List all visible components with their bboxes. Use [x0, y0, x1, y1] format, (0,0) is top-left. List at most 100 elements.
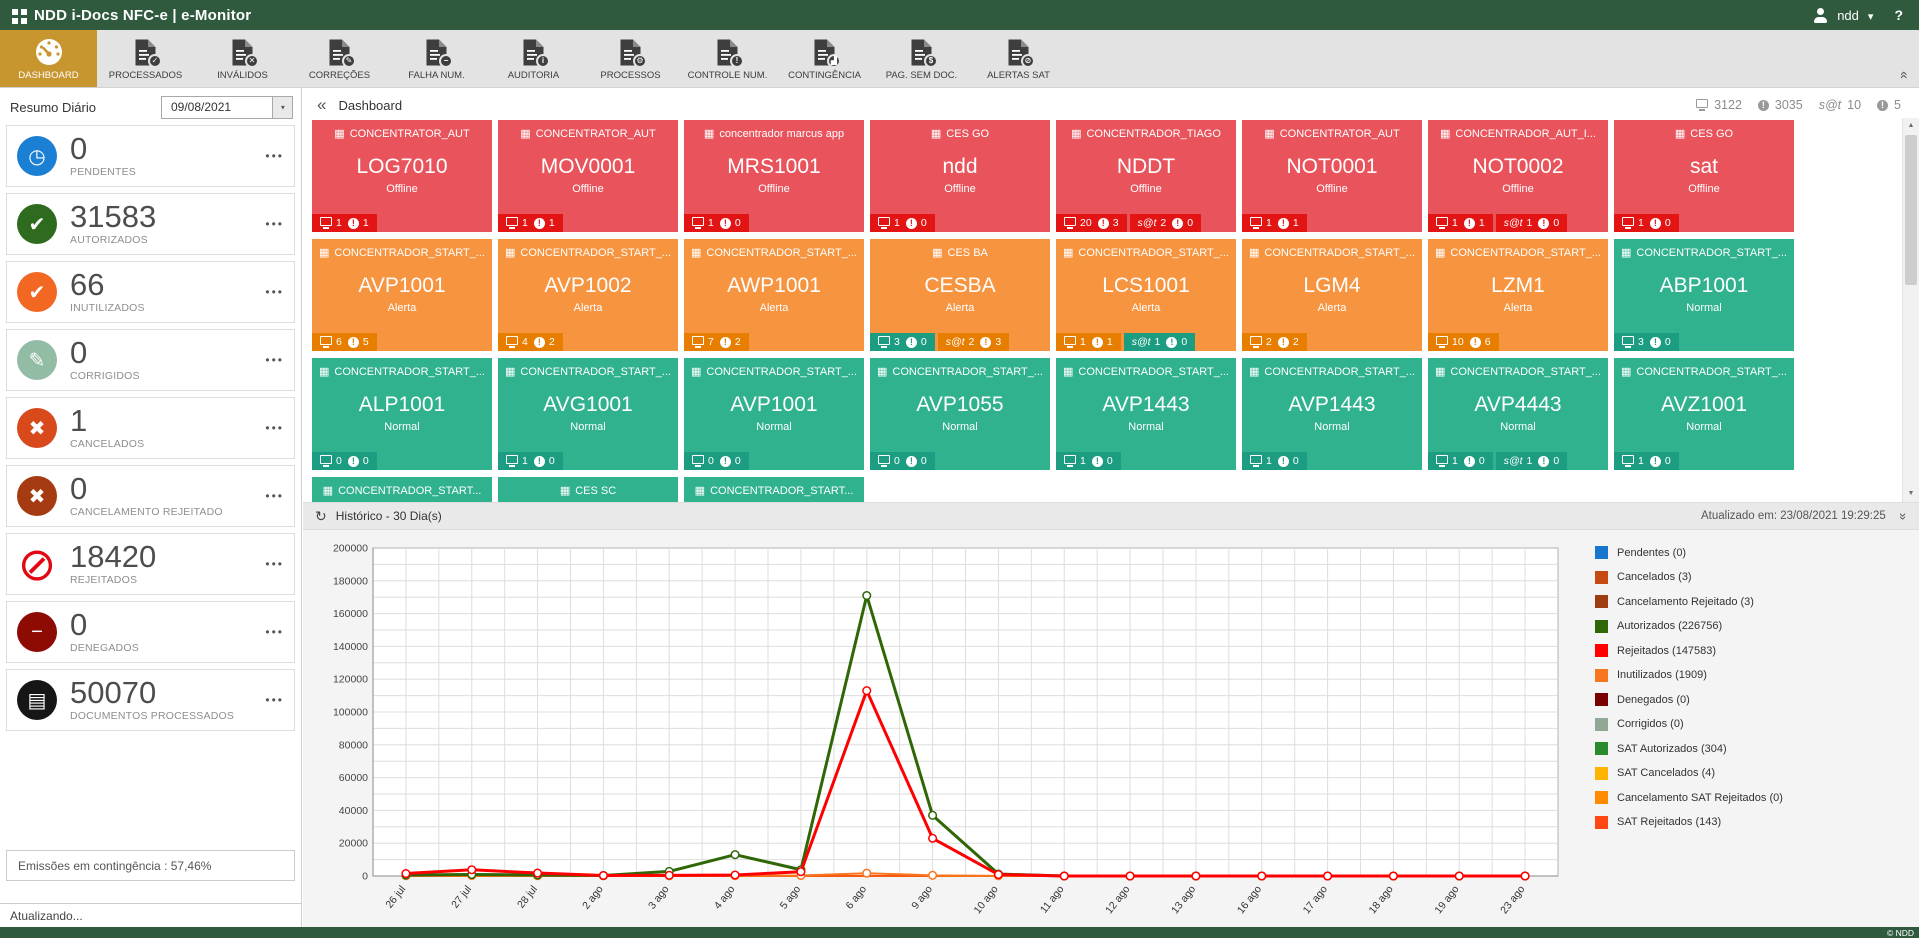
svg-text:16 ago: 16 ago: [1235, 883, 1264, 916]
legend-item[interactable]: Autorizados (226756): [1595, 620, 1783, 633]
toolbar-item[interactable]: ! CONTROLE NUM.: [679, 30, 776, 87]
toolbar-item[interactable]: $ PAG. SEM DOC.: [873, 30, 970, 87]
scroll-down-icon[interactable]: [1903, 486, 1919, 502]
card-menu-button[interactable]: [265, 149, 284, 163]
card-menu-button[interactable]: [265, 557, 284, 571]
concentrator-tile[interactable]: CES GO ndd Offline 1!0: [870, 120, 1050, 232]
tile-status: Normal: [312, 421, 492, 433]
badge-count: 1: [1293, 217, 1299, 229]
sidebar-title: Resumo Diário: [10, 100, 96, 115]
concentrator-tile[interactable]: CES GO sat Offline 1!0: [1614, 120, 1794, 232]
legend-label: Inutilizados (1909): [1617, 669, 1707, 681]
toolbar-item[interactable]: ✓ PROCESSADOS: [97, 30, 194, 87]
card-menu-button[interactable]: [265, 693, 284, 707]
svg-text:27 jul: 27 jul: [449, 883, 474, 910]
concentrator-tile[interactable]: CONCENTRADOR_START_... LGM4 Alerta 2!2: [1242, 239, 1422, 351]
concentrator-tile[interactable]: CONCENTRADOR_START_... AVP1002 Alerta 4!…: [498, 239, 678, 351]
user-name[interactable]: ndd: [1837, 8, 1859, 23]
badge-count: 1: [1266, 217, 1272, 229]
stat-text: 0 CORRIGIDOS: [70, 338, 140, 382]
concentrator-tile[interactable]: CONCENTRADOR_START_... LCS1001 Alerta 1!…: [1056, 239, 1236, 351]
concentrator-tile[interactable]: CONCENTRADOR_START_... AVP1055 Normal 0!…: [870, 358, 1050, 470]
card-menu-button[interactable]: [265, 285, 284, 299]
concentrator-tile[interactable]: CONCENTRADOR_START_... ABP1001 Normal 3!…: [1614, 239, 1794, 351]
badge-count: 0: [735, 455, 741, 467]
svg-text:40000: 40000: [339, 805, 368, 817]
concentrator-tile[interactable]: CONCENTRADOR_START...: [684, 477, 864, 502]
tiles-scrollbar[interactable]: [1902, 118, 1919, 502]
legend-item[interactable]: Cancelamento Rejeitado (3): [1595, 595, 1783, 608]
date-picker[interactable]: 09/08/2021: [161, 96, 293, 119]
date-value[interactable]: 09/08/2021: [162, 97, 272, 118]
legend-item[interactable]: SAT Rejeitados (143): [1595, 816, 1783, 829]
toolbar-item[interactable]: ✕ INVÁLIDOS: [194, 30, 291, 87]
card-menu-button[interactable]: [265, 489, 284, 503]
collapse-history-icon[interactable]: [1896, 512, 1911, 519]
chevron-down-icon[interactable]: [272, 97, 292, 118]
badge-count: 2: [549, 336, 555, 348]
toolbar-item[interactable]: ⊘ ALERTAS SAT: [970, 30, 1067, 87]
scroll-up-icon[interactable]: [1903, 118, 1919, 134]
concentrator-tile[interactable]: CONCENTRADOR_START_... AVZ1001 Normal 1!…: [1614, 358, 1794, 470]
toolbar-item[interactable]: i AUDITORIA: [485, 30, 582, 87]
concentrator-tile[interactable]: CONCENTRADOR_START_... AVP1443 Normal 1!…: [1056, 358, 1236, 470]
scrollbar-thumb[interactable]: [1905, 135, 1917, 285]
collapse-sidebar-icon[interactable]: [317, 98, 326, 112]
concentrator-tile[interactable]: CONCENTRADOR_START_... LZM1 Alerta 10!6: [1428, 239, 1608, 351]
toolbar-item[interactable]: − FALHA NUM.: [388, 30, 485, 87]
concentrator-tile[interactable]: CONCENTRADOR_AUT_I... NOT0002 Offline 1!…: [1428, 120, 1608, 232]
waffle-menu-icon[interactable]: [12, 9, 18, 15]
concentrator-tile[interactable]: CONCENTRADOR_START_... AVP1001 Normal 0!…: [684, 358, 864, 470]
badge-count: 0: [1107, 455, 1113, 467]
concentrator-tile[interactable]: CONCENTRATOR_AUT MOV0001 Offline 1!1: [498, 120, 678, 232]
alert-icon: !: [1650, 337, 1661, 348]
card-menu-button[interactable]: [265, 625, 284, 639]
concentrator-tile[interactable]: CONCENTRADOR_START_... AWP1001 Alerta 7!…: [684, 239, 864, 351]
legend-item[interactable]: Corrigidos (0): [1595, 718, 1783, 731]
app-header: NDD i-Docs NFC-e | e-Monitor ndd ?: [0, 0, 1919, 30]
tile-status: Alerta: [1428, 302, 1608, 314]
toolbar-item[interactable]: ▟ CONTINGÊNCIA: [776, 30, 873, 87]
concentrator-tile[interactable]: concentrador marcus app MRS1001 Offline …: [684, 120, 864, 232]
toolbar-item[interactable]: DASHBOARD: [0, 30, 97, 87]
refresh-icon[interactable]: [315, 508, 327, 525]
monitor-icon: [1436, 336, 1448, 345]
toolbar-item[interactable]: ⚙ PROCESSOS: [582, 30, 679, 87]
card-menu-button[interactable]: [265, 353, 284, 367]
card-menu-button[interactable]: [265, 217, 284, 231]
legend-item[interactable]: Cancelamento SAT Rejeitados (0): [1595, 791, 1783, 804]
concentrator-tile[interactable]: CONCENTRADOR_START_... AVP4443 Normal 1!…: [1428, 358, 1608, 470]
concentrator-tile[interactable]: CONCENTRADOR_START_... ALP1001 Normal 0!…: [312, 358, 492, 470]
concentrator-tile[interactable]: CONCENTRADOR_START_... AVG1001 Normal 1!…: [498, 358, 678, 470]
concentrator-tile[interactable]: CONCENTRADOR_START_... AVP1443 Normal 1!…: [1242, 358, 1422, 470]
legend-item[interactable]: Cancelados (3): [1595, 571, 1783, 584]
tile-group: CONCENTRADOR_START_...: [312, 239, 492, 259]
concentrator-tile[interactable]: CONCENTRADOR_START...: [312, 477, 492, 502]
legend-item[interactable]: Inutilizados (1909): [1595, 669, 1783, 682]
concentrator-tile[interactable]: CES BA CESBA Alerta 3!0s@t2!3: [870, 239, 1050, 351]
legend-item[interactable]: SAT Cancelados (4): [1595, 767, 1783, 780]
badge-count: 2: [969, 336, 975, 348]
tile-status: Normal: [1242, 421, 1422, 433]
concentrator-tile[interactable]: CONCENTRATOR_AUT LOG7010 Offline 1!1: [312, 120, 492, 232]
sat-icon: s@t: [1132, 336, 1151, 348]
collapse-toolbar-icon[interactable]: [1897, 71, 1913, 79]
stat-text: 0 CANCELAMENTO REJEITADO: [70, 474, 223, 518]
caret-down-icon[interactable]: [1868, 8, 1874, 23]
concentrator-tile[interactable]: CONCENTRATOR_AUT NOT0001 Offline 1!1: [1242, 120, 1422, 232]
card-menu-button[interactable]: [265, 421, 284, 435]
stat-value: 0: [70, 610, 139, 640]
legend-item[interactable]: Rejeitados (147583): [1595, 644, 1783, 657]
legend-item[interactable]: SAT Autorizados (304): [1595, 742, 1783, 755]
concentrator-tile[interactable]: CONCENTRADOR_START_... AVP1001 Alerta 6!…: [312, 239, 492, 351]
legend-item[interactable]: Denegados (0): [1595, 693, 1783, 706]
concentrator-tile[interactable]: CES SC: [498, 477, 678, 502]
stat-label: AUTORIZADOS: [70, 234, 156, 246]
concentrator-tile[interactable]: CONCENTRADOR_TIAGO NDDT Offline 20!3s@t2…: [1056, 120, 1236, 232]
toolbar-item[interactable]: ✎ CORREÇÕES: [291, 30, 388, 87]
toolbar-item-label: PAG. SEM DOC.: [886, 70, 958, 81]
legend-item[interactable]: Pendentes (0): [1595, 546, 1783, 559]
stat-value: 1: [70, 406, 144, 436]
tile-status: Offline: [1428, 183, 1608, 195]
help-icon[interactable]: ?: [1894, 7, 1903, 23]
